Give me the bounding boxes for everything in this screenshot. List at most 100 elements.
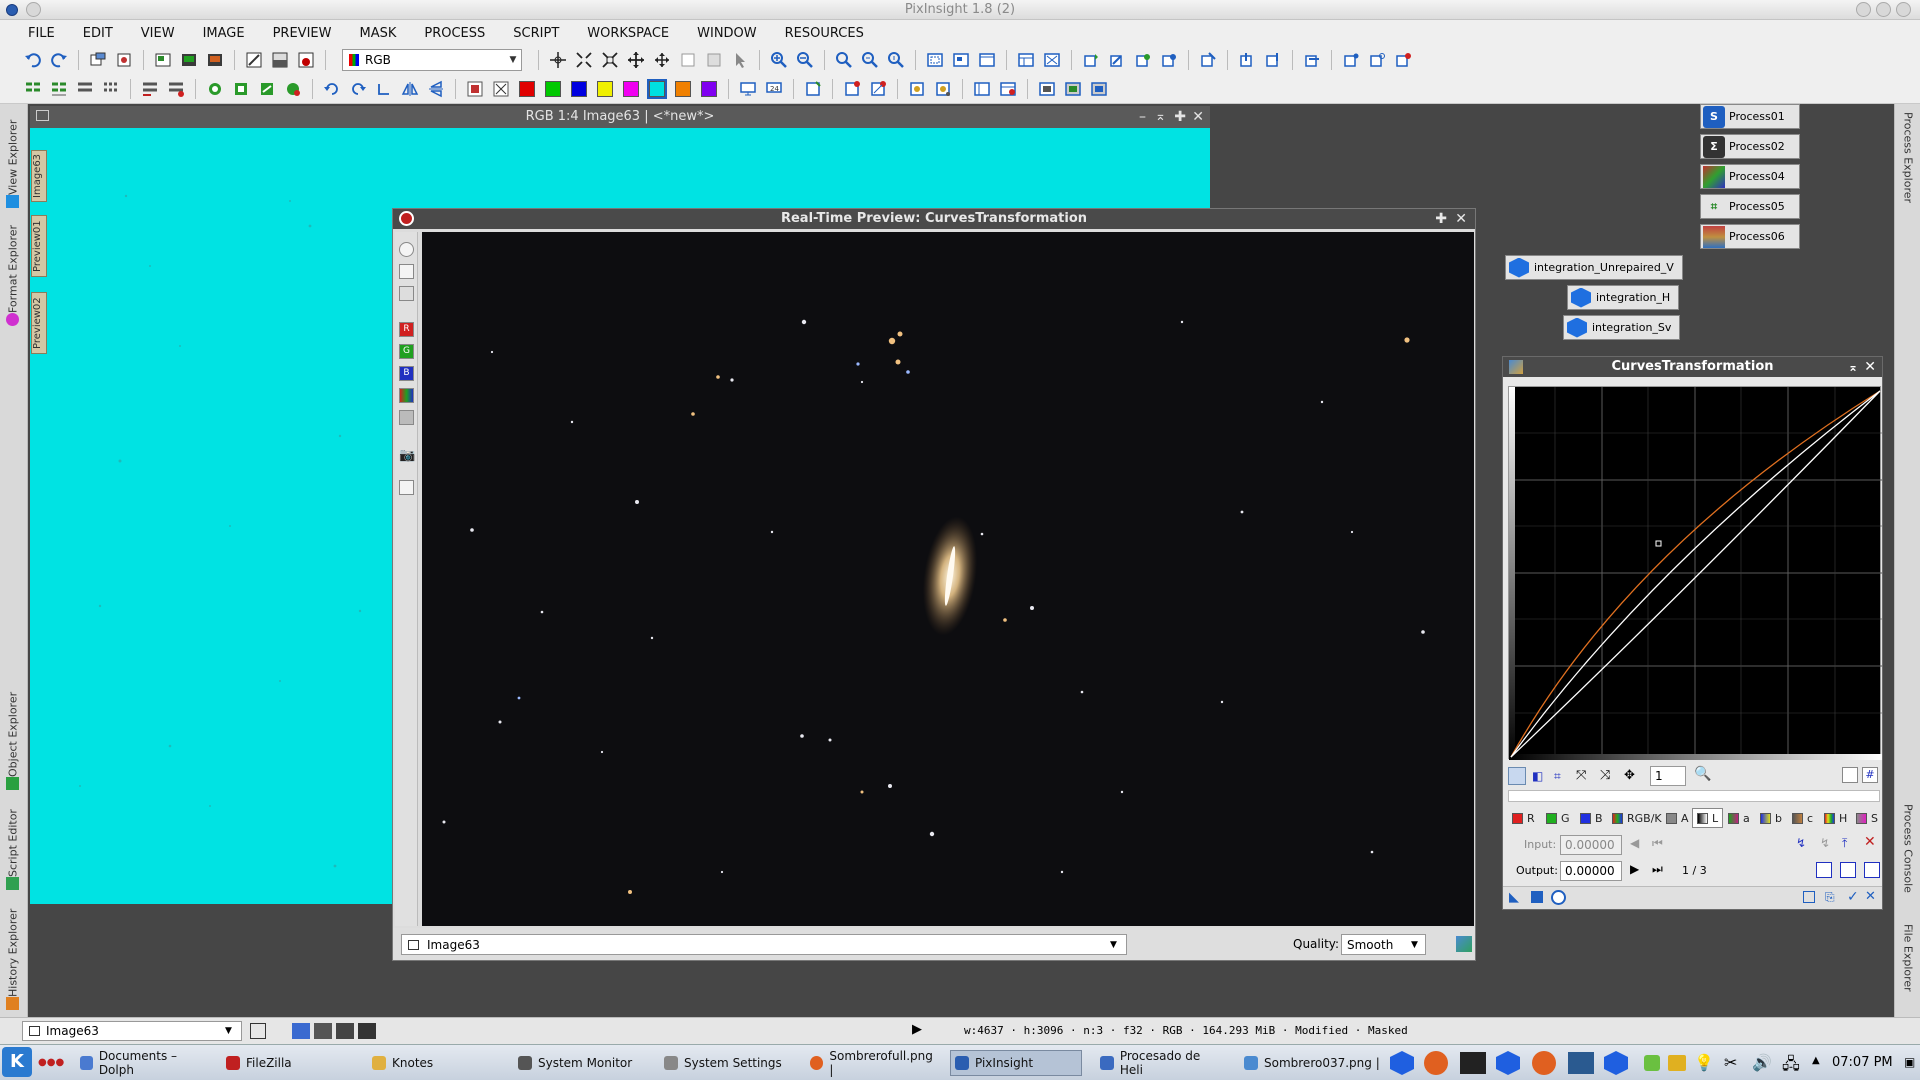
preview-icon-e[interactable] bbox=[139, 78, 161, 100]
rotate-right-icon[interactable] bbox=[347, 78, 369, 100]
output-field[interactable]: 0.00000 bbox=[1560, 861, 1622, 881]
track-view-icon[interactable] bbox=[1456, 936, 1472, 952]
menu-file[interactable]: FILE bbox=[14, 26, 69, 41]
task-knotes[interactable]: Knotes bbox=[368, 1050, 478, 1076]
script-editor-tab[interactable]: Script Editor bbox=[2, 804, 24, 894]
mask-icon[interactable] bbox=[295, 49, 317, 71]
launcher-terminal-icon[interactable] bbox=[1460, 1052, 1486, 1074]
mask-icon-c[interactable] bbox=[256, 78, 278, 100]
close-icon[interactable]: ✕ bbox=[1864, 357, 1876, 377]
rgb-channel-button[interactable] bbox=[399, 388, 414, 403]
tray-scissors-icon[interactable]: ✂ bbox=[1724, 1053, 1737, 1072]
display-mode-a[interactable] bbox=[292, 1023, 310, 1039]
minimize-icon[interactable]: – bbox=[1139, 106, 1146, 128]
zoom-icon[interactable]: 🔍 bbox=[1694, 766, 1711, 782]
process-icon-h[interactable] bbox=[1301, 49, 1323, 71]
circle-icon[interactable] bbox=[399, 242, 414, 257]
channel-rgbk[interactable]: RGB/K bbox=[1612, 808, 1662, 828]
curves-titlebar[interactable]: CurvesTransformation ⌅ ✕ bbox=[1503, 357, 1882, 377]
channel-b[interactable]: B bbox=[1580, 808, 1603, 828]
process-icon-process01[interactable]: S Process01 bbox=[1700, 104, 1800, 129]
mask-icon-a[interactable] bbox=[204, 78, 226, 100]
tray-folder-icon[interactable] bbox=[1668, 1055, 1686, 1071]
invert-icon[interactable]: ↯ bbox=[1796, 836, 1806, 850]
task-sombrero037[interactable]: Sombrero037.png | bbox=[1240, 1050, 1380, 1076]
next-point-icon[interactable]: ▶ bbox=[1630, 862, 1639, 876]
camera-icon[interactable]: 📷 bbox=[399, 448, 415, 463]
channel-b-lab[interactable]: b bbox=[1760, 808, 1782, 828]
format-explorer-tab[interactable]: Format Explorer bbox=[2, 222, 24, 330]
tab-preview01[interactable]: Preview01 bbox=[31, 215, 47, 277]
reset-curve-icon[interactable]: ✕ bbox=[1864, 834, 1876, 850]
process-explorer-tab[interactable]: Process Explorer bbox=[1897, 112, 1919, 222]
menu-preview[interactable]: PREVIEW bbox=[259, 26, 346, 41]
new-image-icon[interactable] bbox=[152, 49, 174, 71]
realtime-preview-icon[interactable] bbox=[1551, 890, 1566, 905]
ok-icon[interactable]: ✓ bbox=[1847, 889, 1859, 905]
grid-icon[interactable]: # bbox=[1862, 767, 1878, 783]
volume-icon[interactable]: 🔊 bbox=[1752, 1053, 1772, 1072]
display-mode-b[interactable] bbox=[314, 1023, 332, 1039]
green-channel-button[interactable]: G bbox=[399, 344, 414, 359]
channel-select[interactable]: RGB ▼ bbox=[342, 49, 522, 71]
new-preview-icon[interactable] bbox=[703, 49, 725, 71]
integration-sv-icon[interactable]: integration_Sv bbox=[1563, 315, 1681, 340]
stf-icon-c[interactable] bbox=[867, 78, 889, 100]
reset-icon[interactable] bbox=[1842, 767, 1858, 783]
channel-h[interactable]: H bbox=[1824, 808, 1847, 828]
edit-preview-icon[interactable] bbox=[677, 49, 699, 71]
reset-instance-icon[interactable]: ✕ bbox=[1865, 889, 1876, 904]
process-icon-d[interactable] bbox=[1158, 49, 1180, 71]
interp-linear-icon[interactable] bbox=[1864, 862, 1880, 878]
process-icon-a[interactable] bbox=[1080, 49, 1102, 71]
preview-icon-a[interactable] bbox=[22, 78, 44, 100]
shade-icon[interactable]: ⌅ bbox=[1155, 106, 1166, 128]
file-explorer-tab[interactable]: File Explorer bbox=[1897, 924, 1919, 1014]
menu-mask[interactable]: MASK bbox=[345, 26, 410, 41]
zoom-selection-icon[interactable] bbox=[599, 49, 621, 71]
task-dolphin[interactable]: Documents – Dolph bbox=[76, 1049, 206, 1077]
screen-icon-b[interactable]: 24 bbox=[763, 78, 785, 100]
menu-script[interactable]: SCRIPT bbox=[499, 26, 573, 41]
yellow-swatch[interactable] bbox=[594, 78, 616, 100]
mask-icon-b[interactable] bbox=[230, 78, 252, 100]
channel-r[interactable]: R bbox=[1512, 808, 1535, 828]
zoom-in-icon[interactable] bbox=[768, 49, 790, 71]
swap-icon[interactable]: ↯ bbox=[1820, 836, 1830, 850]
shade-icon[interactable]: ⌅ bbox=[1848, 357, 1858, 377]
tray-expand-icon[interactable]: ▲ bbox=[1812, 1055, 1820, 1066]
launcher-pixinsight-icon[interactable] bbox=[1390, 1051, 1414, 1075]
maximize-icon[interactable]: ✚ bbox=[1174, 106, 1186, 128]
network-icon[interactable]: 🖧 bbox=[1782, 1053, 1800, 1080]
move-icon[interactable] bbox=[651, 49, 673, 71]
close-icon[interactable]: ✕ bbox=[1455, 209, 1467, 229]
magenta-swatch[interactable] bbox=[620, 78, 642, 100]
layout-icon-b[interactable] bbox=[1041, 49, 1063, 71]
mask-icon-d[interactable] bbox=[282, 78, 304, 100]
preview-icon-f[interactable] bbox=[165, 78, 187, 100]
play-icon[interactable]: ▶ bbox=[912, 1022, 922, 1037]
process-close-icon[interactable] bbox=[1392, 49, 1414, 71]
explorer-icon-b[interactable] bbox=[997, 78, 1019, 100]
stf-icon-e[interactable] bbox=[932, 78, 954, 100]
display-mode-c[interactable] bbox=[336, 1023, 354, 1039]
task-sombrerofull[interactable]: Sombrerofull.png | bbox=[806, 1049, 936, 1077]
process-console-tab[interactable]: Process Console bbox=[1897, 804, 1919, 914]
channel-a[interactable]: A bbox=[1666, 808, 1689, 828]
tray-bulb-icon[interactable]: 💡 bbox=[1694, 1053, 1714, 1072]
menu-process[interactable]: PROCESS bbox=[410, 26, 499, 41]
redo-icon[interactable] bbox=[48, 49, 70, 71]
readout-mode-icon[interactable] bbox=[547, 49, 569, 71]
channel-c[interactable]: c bbox=[1792, 808, 1813, 828]
blue-channel-button[interactable]: B bbox=[399, 366, 414, 381]
zoom-all-icon[interactable]: ⤨ bbox=[1600, 768, 1610, 783]
delete-point-icon[interactable]: ⌗ bbox=[1554, 769, 1561, 784]
process-icon-f[interactable] bbox=[1236, 49, 1258, 71]
preview-image[interactable] bbox=[422, 232, 1474, 926]
object-explorer-tab[interactable]: Object Explorer bbox=[2, 684, 24, 794]
process-icon-process04[interactable]: Process04 bbox=[1700, 164, 1800, 189]
track-icon[interactable]: ⎘ bbox=[1825, 890, 1835, 905]
preview-icon-d[interactable] bbox=[100, 78, 122, 100]
stf-icon-a[interactable] bbox=[802, 78, 824, 100]
image-window-titlebar[interactable]: RGB 1:4 Image63 | <*new*> – ⌅ ✚ ✕ bbox=[30, 106, 1210, 128]
